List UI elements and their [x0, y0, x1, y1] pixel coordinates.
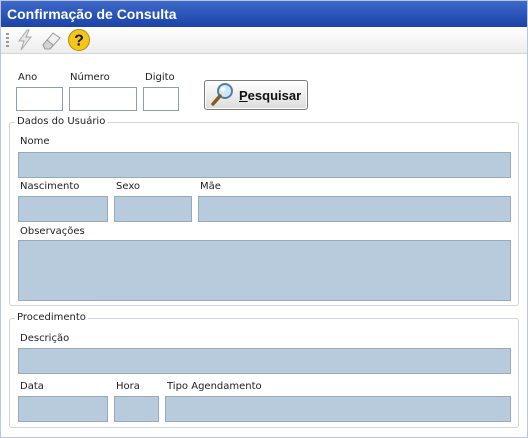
- sexo-field: [114, 196, 192, 222]
- confirmacao-consulta-window: Confirmação de Consulta ? Ano Número Dig…: [0, 0, 528, 438]
- help-icon[interactable]: ?: [67, 28, 91, 52]
- mae-label: Mãe: [200, 181, 221, 192]
- observacoes-field: [18, 240, 511, 301]
- toolbar-grip[interactable]: [6, 33, 9, 49]
- descricao-field: [18, 348, 511, 374]
- eraser-icon[interactable]: [39, 28, 63, 52]
- nascimento-label: Nascimento: [20, 181, 80, 192]
- svg-text:?: ?: [74, 33, 84, 50]
- window-title: Confirmação de Consulta: [1, 1, 527, 27]
- sexo-label: Sexo: [116, 181, 141, 192]
- lightning-icon[interactable]: [13, 28, 37, 52]
- pesquisar-button[interactable]: Pesquisar: [204, 80, 308, 110]
- mae-field: [198, 196, 511, 222]
- tipo-agendamento-label: Tipo Agendamento: [167, 381, 262, 392]
- procedimento-legend: Procedimento: [15, 312, 88, 323]
- observacoes-label: Observações: [20, 226, 85, 237]
- tipo-agendamento-field: [165, 396, 511, 422]
- toolbar: ?: [1, 27, 527, 54]
- nascimento-field: [18, 196, 108, 222]
- dados-usuario-legend: Dados do Usuário: [15, 116, 108, 127]
- digito-input[interactable]: [143, 87, 179, 111]
- pesquisar-label: Pesquisar: [239, 87, 302, 103]
- data-label: Data: [20, 381, 44, 392]
- numero-label: Número: [70, 72, 110, 83]
- ano-label: Ano: [18, 72, 38, 83]
- hora-field: [114, 396, 159, 422]
- nome-field: [18, 152, 511, 178]
- ano-input[interactable]: [16, 87, 63, 111]
- descricao-label: Descrição: [20, 333, 70, 344]
- nome-label: Nome: [20, 136, 50, 147]
- data-field: [18, 396, 108, 422]
- magnifier-icon: [211, 82, 235, 109]
- hora-label: Hora: [116, 381, 140, 392]
- digito-label: Digito: [145, 72, 175, 83]
- numero-input[interactable]: [69, 87, 137, 111]
